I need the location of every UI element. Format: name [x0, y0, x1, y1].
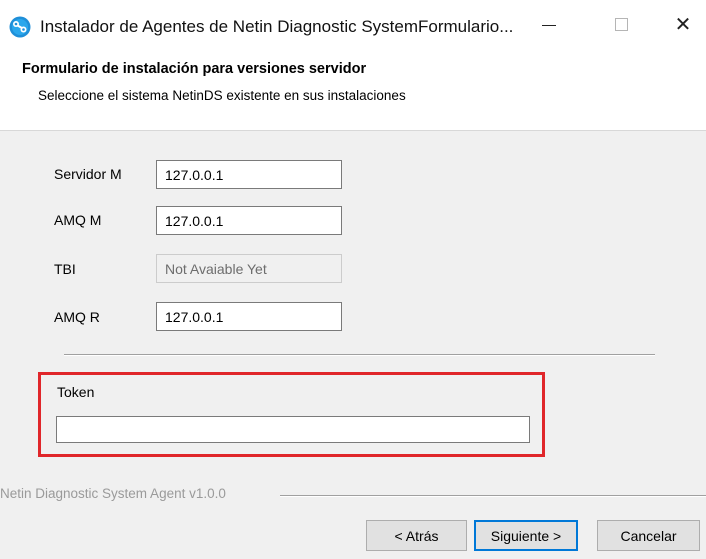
minimize-button[interactable]	[526, 0, 572, 48]
tbi-input	[156, 254, 342, 283]
tbi-label: TBI	[54, 261, 76, 277]
wizard-header: Formulario de instalación para versiones…	[0, 48, 706, 131]
servidor-m-label: Servidor M	[54, 166, 122, 182]
minimize-icon	[542, 24, 556, 26]
netin-app-icon	[9, 16, 31, 38]
maximize-icon	[614, 17, 628, 31]
amq-m-label: AMQ M	[54, 212, 102, 228]
amq-r-input[interactable]	[156, 302, 342, 331]
close-button[interactable]: ✕	[660, 0, 706, 48]
amq-r-label: AMQ R	[54, 309, 100, 325]
next-button[interactable]: Siguiente >	[474, 520, 578, 551]
maximize-button[interactable]	[598, 0, 644, 48]
title-bar[interactable]: Instalador de Agentes de Netin Diagnosti…	[0, 0, 706, 48]
footer-separator	[280, 495, 706, 497]
servidor-m-input[interactable]	[156, 160, 342, 189]
token-label: Token	[57, 384, 95, 400]
token-input[interactable]	[56, 416, 530, 443]
form-separator	[64, 354, 655, 356]
window-title: Instalador de Agentes de Netin Diagnosti…	[40, 17, 514, 36]
installer-window: Instalador de Agentes de Netin Diagnosti…	[0, 0, 706, 559]
back-button[interactable]: < Atrás	[366, 520, 467, 551]
token-highlight-box: Token	[38, 372, 545, 457]
close-icon: ✕	[674, 12, 692, 36]
cancel-button[interactable]: Cancelar	[597, 520, 700, 551]
version-label: Netin Diagnostic System Agent v1.0.0	[0, 486, 232, 501]
amq-m-input[interactable]	[156, 206, 342, 235]
page-subtitle: Seleccione el sistema NetinDS existente …	[38, 88, 406, 103]
page-title: Formulario de instalación para versiones…	[22, 61, 367, 77]
